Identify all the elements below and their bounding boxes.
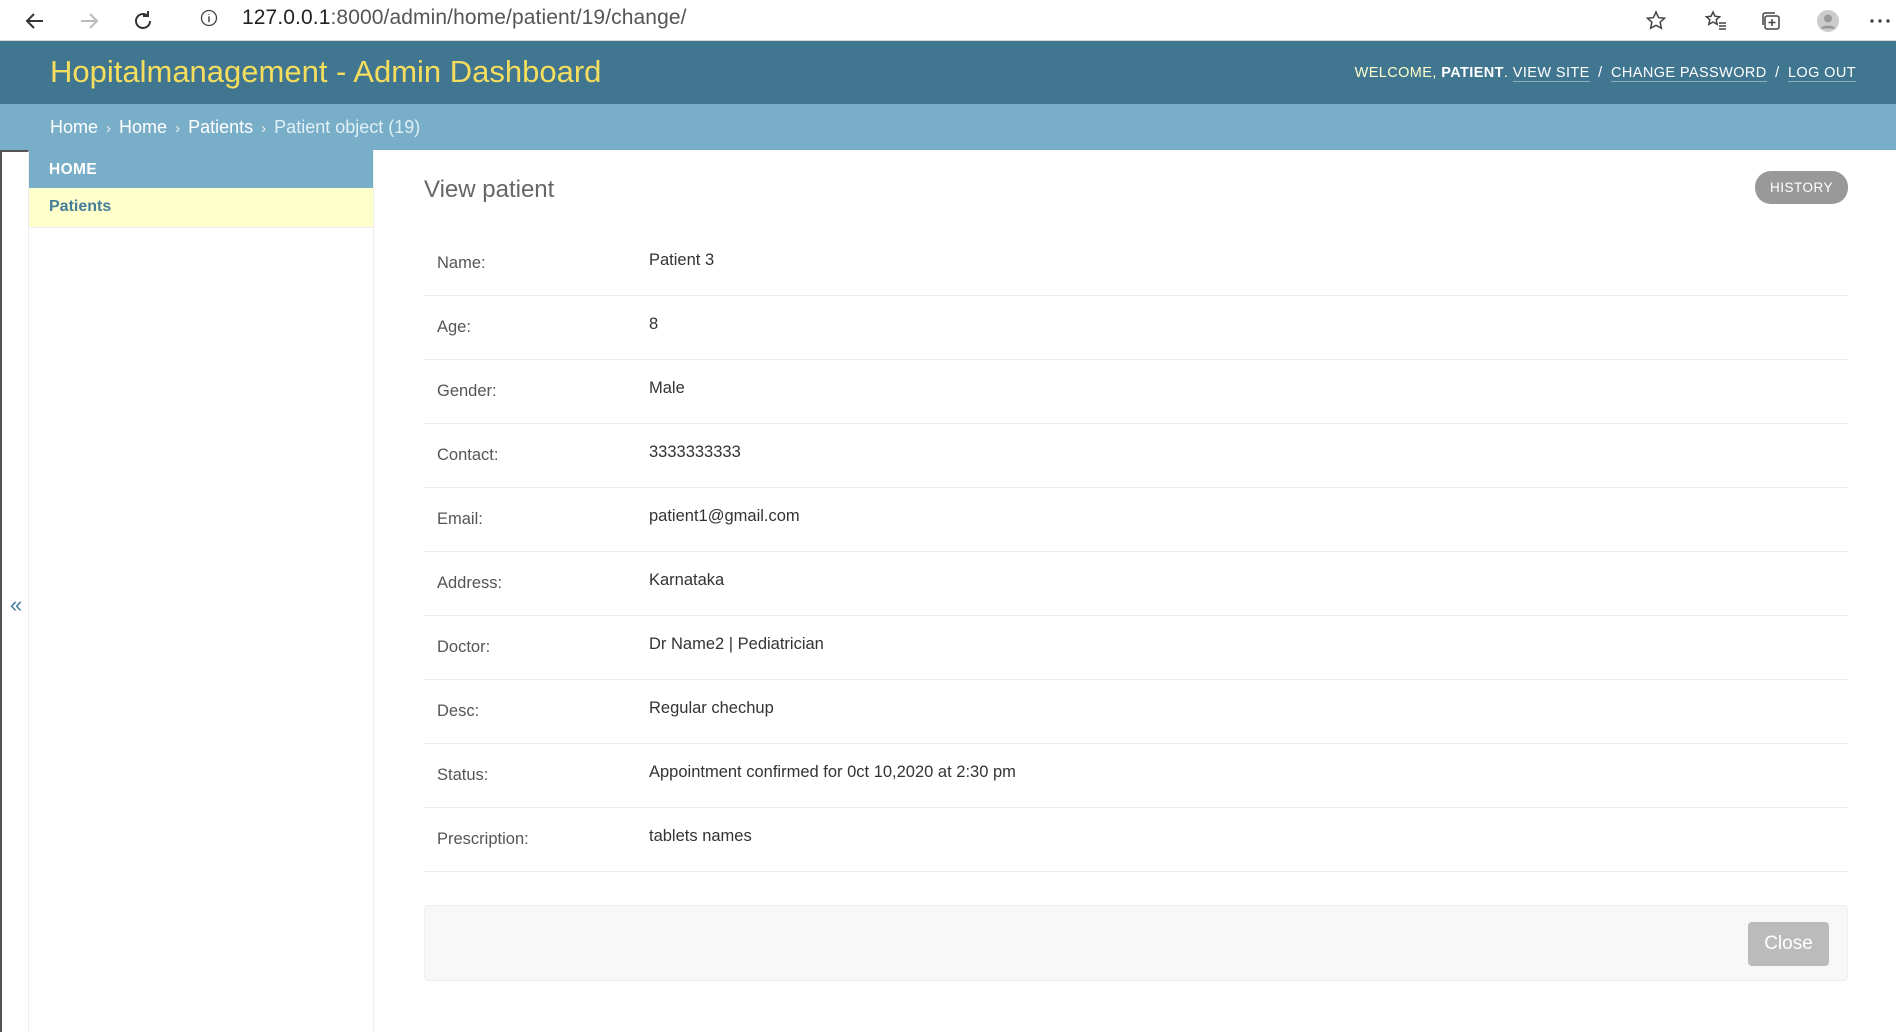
sidebar-item-patients[interactable]: Patients xyxy=(29,188,373,228)
field-value: Dr Name2 | Pediatrician xyxy=(649,635,824,653)
field-label: Age: xyxy=(437,318,471,336)
view-site-link[interactable]: View site xyxy=(1512,65,1590,82)
sidebar-module-home[interactable]: Home xyxy=(29,150,373,188)
collections-icon[interactable] xyxy=(1755,5,1787,37)
page-title: View patient xyxy=(424,176,555,203)
site-header: Hopitalmanagement - Admin Dashboard Welc… xyxy=(0,41,1896,104)
favorites-icon[interactable] xyxy=(1700,5,1732,37)
field-label: Desc: xyxy=(437,702,480,720)
field-row-doctor: Doctor: Dr Name2 | Pediatrician xyxy=(424,616,1848,680)
field-row-address: Address: Karnataka xyxy=(424,552,1848,616)
log-out-link[interactable]: Log out xyxy=(1787,65,1856,82)
sidebar-toggle-strip[interactable]: « xyxy=(0,150,29,1032)
field-row-email: Email: patient1@gmail.com xyxy=(424,488,1848,552)
collapse-sidebar-icon[interactable]: « xyxy=(10,592,22,618)
field-value: Regular chechup xyxy=(649,699,774,717)
address-bar[interactable]: 127.0.0.1:8000/admin/home/patient/19/cha… xyxy=(180,0,1680,36)
field-value: tablets names xyxy=(649,827,752,845)
breadcrumb-patients[interactable]: Patients xyxy=(188,117,253,137)
field-label: Doctor: xyxy=(437,638,491,656)
sidebar-item-label[interactable]: Patients xyxy=(49,198,111,215)
browser-toolbar: 127.0.0.1:8000/admin/home/patient/19/cha… xyxy=(0,0,1896,41)
url-text: 127.0.0.1:8000/admin/home/patient/19/cha… xyxy=(242,6,687,29)
field-row-desc: Desc: Regular chechup xyxy=(424,680,1848,744)
field-label: Contact: xyxy=(437,446,499,464)
field-row-contact: Contact: 3333333333 xyxy=(424,424,1848,488)
field-row-status: Status: Appointment confirmed for 0ct 10… xyxy=(424,744,1848,808)
field-value: 3333333333 xyxy=(649,443,741,461)
field-row-name: Name: Patient 3 xyxy=(424,232,1848,296)
field-label: Name: xyxy=(437,254,486,272)
back-arrow-icon[interactable] xyxy=(18,4,52,38)
field-row-prescription: Prescription: tablets names xyxy=(424,808,1848,872)
field-label: Email: xyxy=(437,510,483,528)
info-icon[interactable] xyxy=(198,7,220,29)
field-value: Patient 3 xyxy=(649,251,715,269)
breadcrumb-current: Patient object (19) xyxy=(274,117,421,137)
more-icon[interactable] xyxy=(1866,5,1894,37)
field-value: 8 xyxy=(649,315,659,333)
field-label: Prescription: xyxy=(437,830,529,848)
nav-sidebar: Home Patients xyxy=(29,150,374,1032)
field-row-gender: Gender: Male xyxy=(424,360,1848,424)
field-row-age: Age: 8 xyxy=(424,296,1848,360)
breadcrumb: Home › Home › Patients › Patient object … xyxy=(0,104,1896,150)
forward-arrow-icon[interactable] xyxy=(72,4,106,38)
field-label: Gender: xyxy=(437,382,497,400)
profile-icon[interactable] xyxy=(1812,5,1844,37)
field-value: Karnataka xyxy=(649,571,725,589)
main-area: « Home Patients View patient History Nam… xyxy=(0,150,1896,1032)
refresh-icon[interactable] xyxy=(126,4,160,38)
star-icon[interactable] xyxy=(1640,5,1672,37)
submit-row: Close xyxy=(424,905,1848,981)
close-button[interactable]: Close xyxy=(1748,922,1829,966)
user-tools: Welcome, Patient. View site / Change pas… xyxy=(1354,65,1856,82)
field-value: patient1@gmail.com xyxy=(649,507,800,525)
site-title[interactable]: Hopitalmanagement - Admin Dashboard xyxy=(50,54,601,90)
field-value: Male xyxy=(649,379,685,397)
breadcrumb-home[interactable]: Home xyxy=(50,117,98,137)
field-label: Address: xyxy=(437,574,503,592)
field-value: Appointment confirmed for 0ct 10,2020 at… xyxy=(649,763,1016,781)
field-label: Status: xyxy=(437,766,489,784)
username: Patient xyxy=(1441,65,1504,81)
welcome-text: Welcome, xyxy=(1354,65,1437,81)
change-password-link[interactable]: Change password xyxy=(1611,65,1767,82)
history-button[interactable]: History xyxy=(1754,171,1848,204)
readonly-fieldset: Name: Patient 3 Age: 8 Gender: Male Cont… xyxy=(424,232,1848,872)
breadcrumb-home-app[interactable]: Home xyxy=(119,117,167,137)
